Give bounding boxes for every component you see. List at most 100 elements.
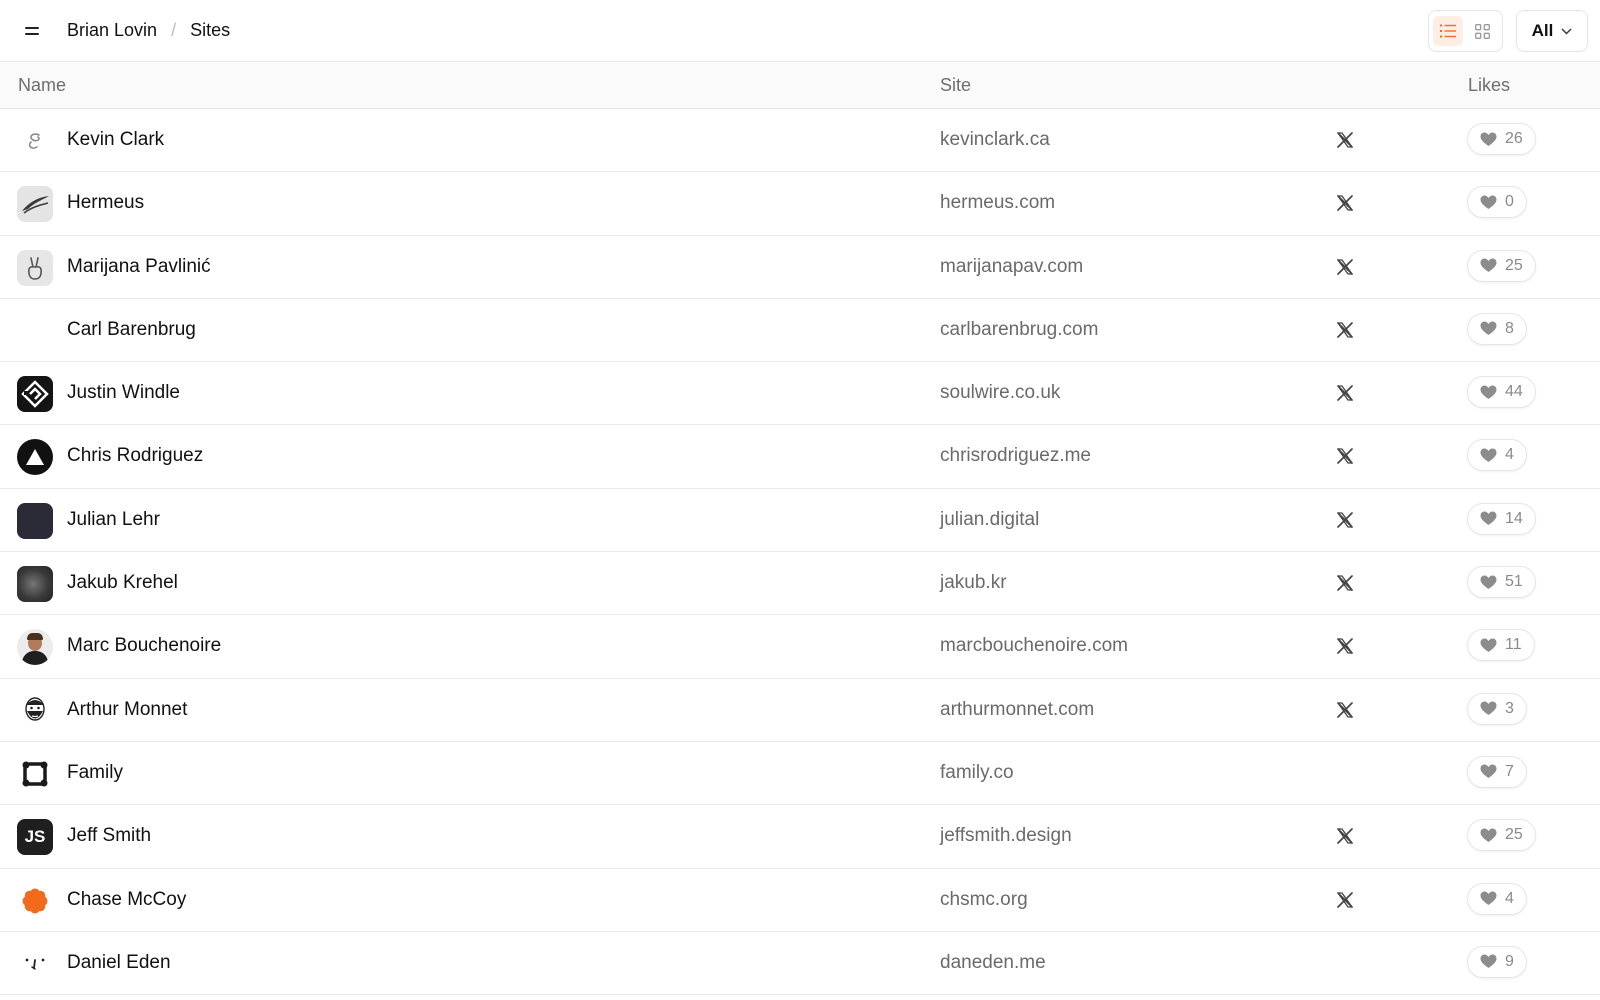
like-button[interactable]: 3 [1467,692,1527,725]
site-owner-name: Daniel Eden [67,951,171,973]
table-row[interactable]: Julian Lehr julian.digital 14 [0,489,1600,553]
table-row[interactable]: Justin Windle soulwire.co.uk 44 [0,362,1600,426]
x-twitter-icon[interactable] [1335,826,1355,846]
site-owner-name: Arthur Monnet [67,698,188,720]
table-row[interactable]: Chris Rodriguez chrisrodriguez.me 4 [0,425,1600,489]
grid-view-button[interactable] [1467,16,1497,46]
like-count: 4 [1505,889,1514,907]
site-url-link[interactable]: family.co [940,762,1014,784]
like-button[interactable]: 4 [1467,439,1527,472]
breadcrumb: Brian Lovin / Sites [67,20,230,41]
heart-icon [1480,575,1497,590]
like-button[interactable]: 11 [1467,629,1535,662]
like-button[interactable]: 4 [1467,882,1527,915]
avatar-initials: JS [17,819,53,856]
like-button[interactable]: 26 [1467,123,1536,155]
x-twitter-icon[interactable] [1335,510,1355,530]
like-count: 7 [1505,762,1514,780]
sites-table-body: Kevin Clark kevinclark.ca 26 Hermeus hermeus… [0,109,1600,996]
site-avatar [17,946,53,982]
site-url-link[interactable]: soulwire.co.uk [940,382,1060,404]
filter-label: All [1531,21,1554,40]
site-url-link[interactable]: marcbouchenoire.com [940,635,1128,657]
table-row[interactable]: Kevin Clark kevinclark.ca 26 [0,109,1600,173]
like-button[interactable]: 25 [1467,249,1536,282]
x-twitter-icon[interactable] [1335,636,1355,656]
table-row[interactable]: Marijana Pavlinić marijanapav.com 25 [0,236,1600,299]
x-twitter-icon[interactable] [1335,573,1355,593]
site-url-link[interactable]: hermeus.com [940,192,1055,214]
site-url-link[interactable]: chsmc.org [940,889,1028,911]
like-count: 25 [1505,256,1523,274]
list-view-button[interactable] [1433,16,1463,46]
column-header-site[interactable]: Site [940,75,971,96]
table-row[interactable]: JS Jeff Smith jeffsmith.design 25 [0,805,1600,869]
table-row[interactable]: Daniel Eden daneden.me 9 [0,932,1600,996]
site-avatar [17,566,53,603]
like-button[interactable]: 7 [1467,755,1527,788]
breadcrumb-owner-link[interactable]: Brian Lovin [67,20,157,41]
like-count: 26 [1505,130,1523,147]
heart-icon [1480,764,1497,779]
site-owner-name: Justin Windle [67,382,180,404]
table-row[interactable]: Arthur Monnet arthurmonnet.com 3 [0,679,1600,742]
site-avatar [17,629,53,666]
site-url-link[interactable]: marijanapav.com [940,256,1083,278]
table-row[interactable]: Chase McCoy chsmc.org 4 [0,869,1600,932]
sidebar-menu-icon[interactable] [22,20,44,42]
like-button[interactable]: 0 [1467,186,1527,219]
table-row[interactable]: Hermeus hermeus.com 0 [0,172,1600,236]
heart-icon [1480,954,1497,969]
site-url-link[interactable]: daneden.me [940,952,1046,974]
site-owner-name: Chase McCoy [67,888,187,910]
site-url-link[interactable]: carlbarenbrug.com [940,319,1098,341]
heart-icon [1480,701,1497,716]
table-row[interactable]: Marc Bouchenoire marcbouchenoire.com 11 [0,615,1600,679]
heart-icon [1480,195,1497,210]
x-twitter-icon[interactable] [1335,130,1355,150]
site-avatar [17,883,53,919]
site-owner-name: Family [67,761,123,783]
heart-icon [1480,321,1497,336]
site-owner-name: Marijana Pavlinić [67,255,211,277]
x-twitter-icon[interactable] [1335,193,1355,213]
x-twitter-icon[interactable] [1335,383,1355,403]
like-count: 3 [1505,699,1514,717]
site-url-link[interactable]: jakub.kr [940,572,1007,594]
site-avatar [17,502,53,539]
x-twitter-icon[interactable] [1335,320,1355,340]
like-count: 51 [1505,573,1523,591]
like-button[interactable]: 8 [1467,312,1527,345]
like-button[interactable]: 9 [1467,945,1527,978]
view-toggle [1428,10,1503,52]
breadcrumb-separator: / [171,20,177,40]
site-owner-name: Kevin Clark [67,129,165,150]
site-avatar [17,249,53,286]
column-header-likes[interactable]: Likes [1468,75,1510,96]
column-header-name[interactable]: Name [18,75,66,96]
table-row[interactable]: Family family.co 7 [0,742,1600,806]
table-row[interactable]: Jakub Krehel jakub.kr 51 [0,552,1600,616]
site-avatar [17,376,53,413]
x-twitter-icon[interactable] [1335,700,1355,720]
list-icon [1440,24,1456,38]
x-twitter-icon[interactable] [1335,446,1355,466]
site-url-link[interactable]: julian.digital [940,509,1039,531]
x-twitter-icon[interactable] [1335,257,1355,277]
site-url-link[interactable]: jeffsmith.design [940,825,1072,847]
heart-icon [1480,891,1497,906]
site-url-link[interactable]: chrisrodriguez.me [940,445,1091,467]
x-twitter-icon[interactable] [1335,890,1355,910]
like-button[interactable]: 14 [1467,502,1536,535]
site-url-link[interactable]: arthurmonnet.com [940,699,1094,721]
like-button[interactable]: 44 [1467,376,1536,409]
table-row[interactable]: Carl Barenbrug carlbarenbrug.com 8 [0,299,1600,363]
like-button[interactable]: 25 [1467,819,1536,852]
heart-icon [1480,828,1497,843]
filter-dropdown[interactable]: All [1516,10,1588,52]
heart-icon [1480,638,1497,653]
site-owner-name: Carl Barenbrug [67,318,196,340]
like-button[interactable]: 51 [1467,566,1536,599]
site-owner-name: Hermeus [67,192,145,214]
site-url-link[interactable]: kevinclark.ca [940,129,1050,151]
